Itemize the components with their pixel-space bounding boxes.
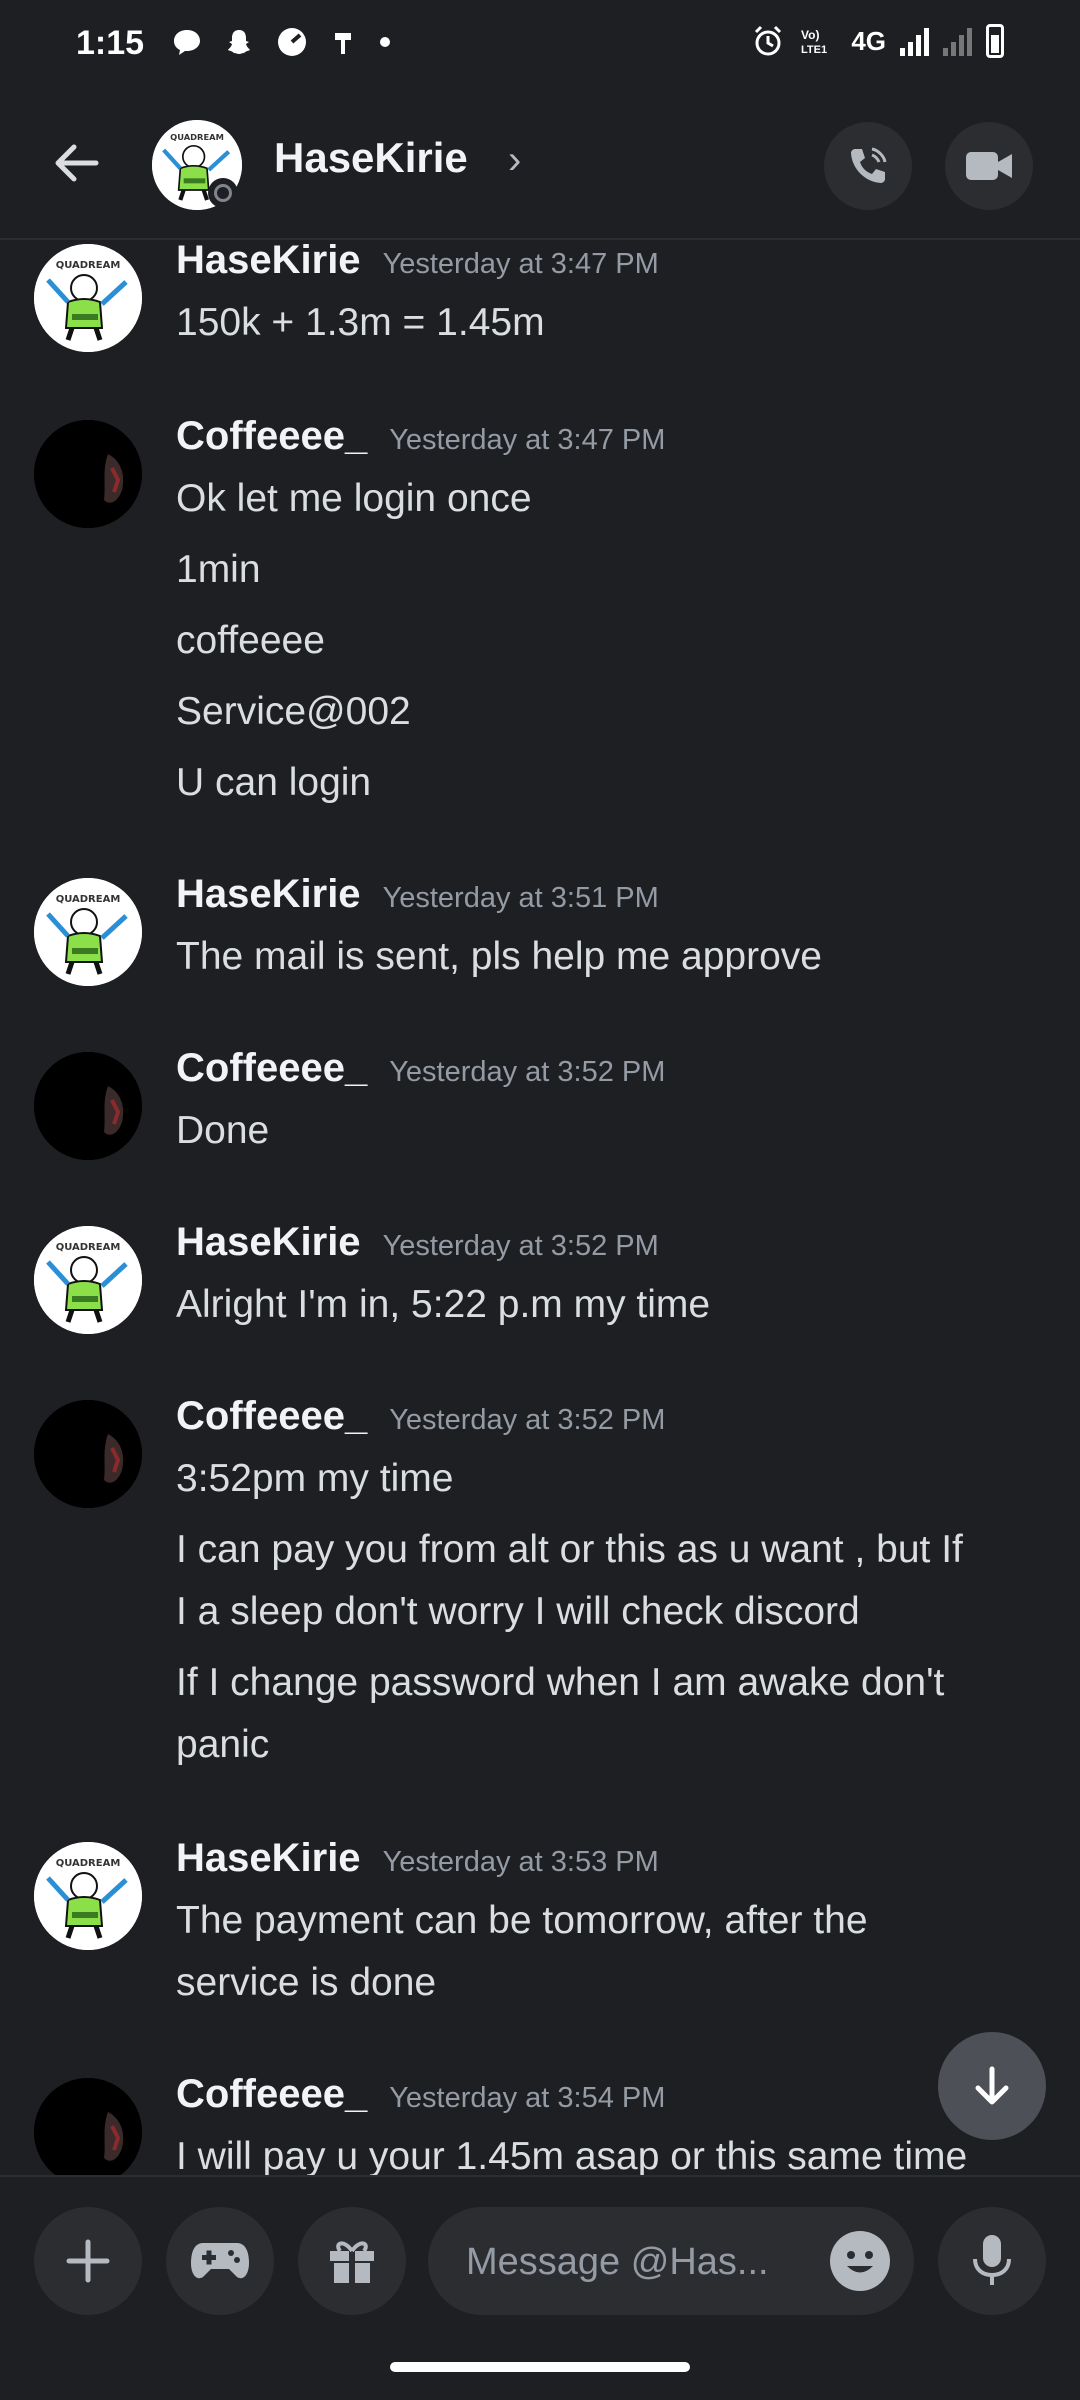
- message-text[interactable]: coffeeee: [176, 610, 1056, 672]
- offline-status-dot: [208, 178, 238, 208]
- message-text[interactable]: panic: [176, 1714, 1056, 1776]
- message-timestamp: Yesterday at 3:51 PM: [382, 882, 659, 914]
- username-label[interactable]: Coffeeee_: [176, 2072, 367, 2116]
- username-label[interactable]: HaseKirie: [176, 1220, 361, 1264]
- network-type: 4G: [851, 25, 886, 56]
- gamepad-icon: [191, 2243, 249, 2279]
- svg-text:LTE1: LTE1: [801, 44, 827, 56]
- hammer-notification-icon: [335, 33, 351, 54]
- username-label[interactable]: HaseKirie: [176, 872, 361, 916]
- message-text[interactable]: service is done: [176, 1952, 1056, 2014]
- message-timestamp: Yesterday at 3:54 PM: [389, 2082, 666, 2114]
- message-list[interactable]: QUADREAM HaseKirie Yesterday at 3:47 PM 150…: [0, 240, 1080, 2175]
- avatar[interactable]: QUADREAM: [34, 1226, 142, 1334]
- voice-message-button[interactable]: [938, 2207, 1046, 2315]
- add-attachment-button[interactable]: [34, 2207, 142, 2315]
- message-username[interactable]: HaseKirie Yesterday at 3:52 PM: [176, 1220, 659, 1265]
- message-text[interactable]: 150k + 1.3m = 1.45m: [176, 292, 1056, 354]
- avatar[interactable]: QUADREAM: [34, 878, 142, 986]
- snapchat-notification-icon: [228, 30, 250, 54]
- message-timestamp: Yesterday at 3:47 PM: [389, 424, 666, 456]
- arrow-down-icon: [975, 2066, 1009, 2105]
- chat-notification-icon: [174, 30, 200, 55]
- gift-button[interactable]: [298, 2207, 406, 2315]
- home-indicator[interactable]: [390, 2362, 690, 2372]
- message-text[interactable]: 1min: [176, 539, 1056, 601]
- phone-icon: [851, 147, 887, 183]
- message-timestamp: Yesterday at 3:52 PM: [389, 1056, 666, 1088]
- gift-icon: [330, 2241, 374, 2283]
- username-label[interactable]: Coffeeee_: [176, 1046, 367, 1090]
- message-timestamp: Yesterday at 3:47 PM: [382, 248, 659, 280]
- avatar[interactable]: QUADREAM: [34, 1842, 142, 1950]
- avatar[interactable]: [34, 1400, 142, 1508]
- message-timestamp: Yesterday at 3:53 PM: [382, 1846, 659, 1878]
- message-timestamp: Yesterday at 3:52 PM: [382, 1230, 659, 1262]
- avatar-text: QUADREAM: [56, 260, 121, 271]
- avatar[interactable]: [34, 1052, 142, 1160]
- avatar[interactable]: [34, 420, 142, 528]
- battery-icon: [986, 24, 1004, 58]
- emoji-button[interactable]: [830, 2231, 890, 2291]
- message-username[interactable]: Coffeeee_ Yesterday at 3:54 PM: [176, 2072, 665, 2117]
- signal-strength-icon: [900, 26, 929, 56]
- username-label[interactable]: HaseKirie: [176, 1836, 361, 1880]
- notification-icons: [172, 26, 392, 58]
- voice-call-button[interactable]: [824, 122, 912, 210]
- message-text[interactable]: I a sleep don't worry I will check disco…: [176, 1581, 1056, 1643]
- alarm-icon: [755, 25, 782, 56]
- avatar-text: QUADREAM: [170, 132, 224, 142]
- username-label[interactable]: HaseKirie: [176, 240, 361, 282]
- smiley-icon: [831, 2232, 889, 2290]
- message-text[interactable]: The payment can be tomorrow, after the: [176, 1890, 1056, 1952]
- username-label[interactable]: Coffeeee_: [176, 1394, 367, 1438]
- message-username[interactable]: Coffeeee_ Yesterday at 3:52 PM: [176, 1394, 665, 1439]
- message-username[interactable]: Coffeeee_ Yesterday at 3:52 PM: [176, 1046, 665, 1091]
- message-text[interactable]: Service@002: [176, 681, 1056, 743]
- message-input[interactable]: [464, 2207, 808, 2317]
- message-timestamp: Yesterday at 3:52 PM: [389, 1404, 666, 1436]
- message-text[interactable]: U can login: [176, 752, 1056, 814]
- chat-title[interactable]: HaseKirie: [274, 134, 468, 182]
- message-text[interactable]: 3:52pm my time: [176, 1448, 1056, 1510]
- message-text[interactable]: Ok let me login once: [176, 468, 1056, 530]
- volte-icon: Vo) LTE1: [801, 28, 827, 56]
- signal-strength-sim2-icon: [943, 26, 972, 56]
- video-camera-icon: [966, 152, 1012, 180]
- chat-header: QUADREAM HaseKirie ›: [0, 90, 1080, 240]
- avatar[interactable]: QUADREAM: [34, 244, 142, 352]
- arrow-left-icon: [55, 144, 99, 182]
- plus-icon: [66, 2239, 110, 2283]
- activities-button[interactable]: [166, 2207, 274, 2315]
- video-call-button[interactable]: [945, 122, 1033, 210]
- username-label[interactable]: Coffeeee_: [176, 414, 367, 458]
- message-text[interactable]: If I change password when I am awake don…: [176, 1652, 1056, 1714]
- avatar[interactable]: [34, 2078, 142, 2175]
- message-username[interactable]: Coffeeee_ Yesterday at 3:47 PM: [176, 414, 665, 459]
- message-text[interactable]: Alright I'm in, 5:22 p.m my time: [176, 1274, 1056, 1336]
- status-bar: 1:15 Vo) LTE1 4G: [0, 0, 1080, 90]
- message-composer: [0, 2175, 1080, 2335]
- scroll-to-bottom-button[interactable]: [938, 2032, 1046, 2140]
- back-button[interactable]: [44, 130, 110, 196]
- more-notifications-icon: [380, 37, 390, 47]
- message-text[interactable]: I will pay u your 1.45m asap or this sam…: [176, 2126, 1056, 2175]
- avatar-text: QUADREAM: [56, 1858, 121, 1869]
- svg-text:Vo): Vo): [801, 28, 819, 42]
- message-username[interactable]: HaseKirie Yesterday at 3:47 PM: [176, 240, 659, 283]
- avatar-text: QUADREAM: [56, 894, 121, 905]
- chevron-right-icon[interactable]: ›: [508, 138, 521, 183]
- avatar-text: QUADREAM: [56, 1242, 121, 1253]
- message-text[interactable]: The mail is sent, pls help me approve: [176, 926, 1056, 988]
- message-text[interactable]: Done: [176, 1100, 1056, 1162]
- message-input-container[interactable]: [428, 2207, 914, 2317]
- message-username[interactable]: HaseKirie Yesterday at 3:51 PM: [176, 872, 659, 917]
- speedometer-notification-icon: [278, 28, 306, 56]
- status-time: 1:15: [76, 24, 145, 62]
- message-username[interactable]: HaseKirie Yesterday at 3:53 PM: [176, 1836, 659, 1881]
- system-icons: Vo) LTE1 4G: [751, 24, 1004, 58]
- message-text[interactable]: I can pay you from alt or this as u want…: [176, 1519, 1056, 1581]
- microphone-icon: [973, 2235, 1011, 2285]
